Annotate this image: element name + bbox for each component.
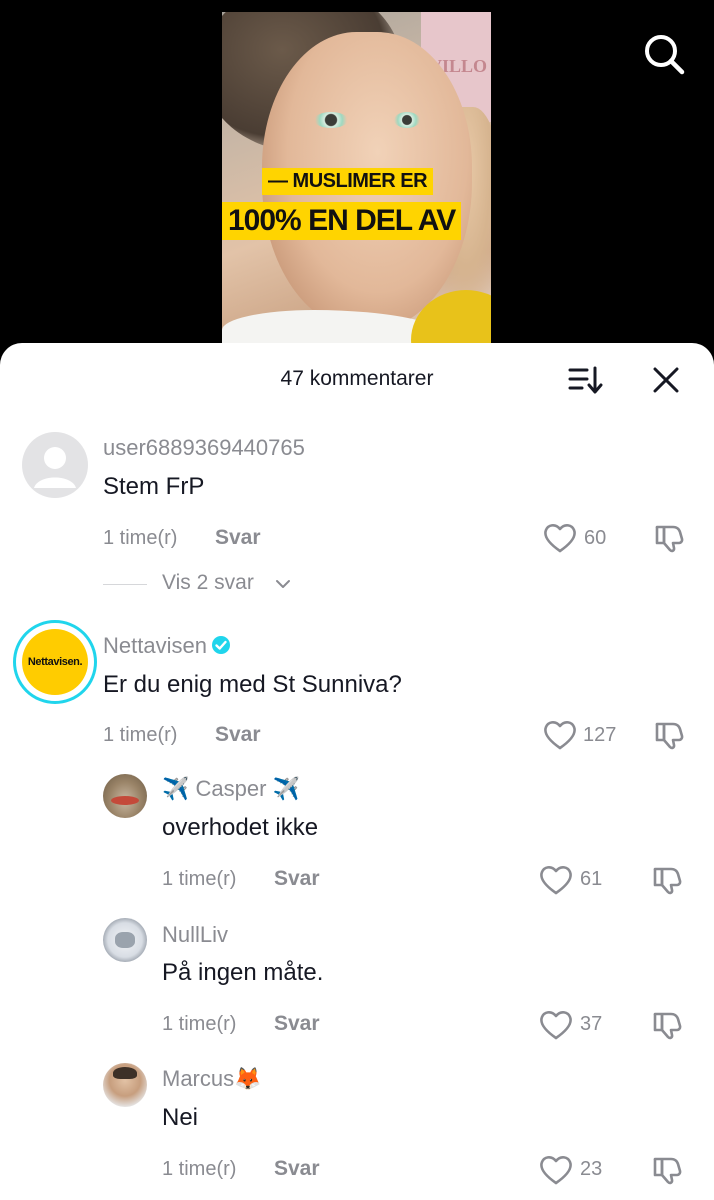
avatar[interactable]: [103, 774, 147, 818]
divider-line: [103, 584, 147, 585]
thumbs-down-icon: [653, 1012, 682, 1040]
thumbs-down-icon: [653, 1157, 682, 1185]
comment-time: 1 time(r): [162, 868, 237, 890]
comment-time: 1 time(r): [162, 1158, 237, 1180]
eye-right: [394, 112, 420, 128]
search-icon: [645, 35, 685, 75]
reply-button[interactable]: Svar: [274, 867, 320, 891]
avatar-photo-detail: [113, 1067, 137, 1079]
comment-item: Nettavisen. Nettavisen Er du enig med St…: [0, 613, 714, 763]
avatar-logo: Nettavisen.: [22, 629, 88, 695]
avatar-logo-text: Nettavisen.: [27, 656, 83, 668]
heart-icon: [544, 524, 576, 553]
dislike-button[interactable]: [651, 1154, 683, 1186]
thumbs-down-icon: [655, 525, 684, 553]
comment-text: Stem FrP: [103, 473, 205, 500]
like-button[interactable]: [543, 522, 577, 554]
reply-button[interactable]: Svar: [215, 723, 261, 747]
like-button[interactable]: [539, 1154, 573, 1186]
like-button[interactable]: [543, 719, 577, 751]
heart-icon: [540, 1011, 572, 1040]
view-replies-label: Vis 2 svar: [162, 571, 254, 594]
reply-button[interactable]: Svar: [274, 1157, 320, 1181]
avatar-photo-detail: [115, 932, 135, 948]
reply-button[interactable]: Svar: [274, 1012, 320, 1036]
thumbs-down-icon: [653, 867, 682, 895]
verified-badge-icon: [211, 636, 230, 654]
avatar[interactable]: [103, 918, 147, 962]
video-player[interactable]: VILLO — MUSLIMER ER 100% EN DEL AV: [0, 0, 714, 360]
avatar-photo-detail: [111, 796, 139, 805]
comment-username[interactable]: Nettavisen: [103, 633, 231, 659]
heart-icon: [544, 721, 576, 750]
comment-text: Nei: [162, 1104, 199, 1131]
avatar[interactable]: [103, 1063, 147, 1107]
dislike-button[interactable]: [653, 719, 685, 751]
dislike-button[interactable]: [653, 522, 685, 554]
heart-icon: [540, 866, 572, 895]
heart-icon: [540, 1156, 572, 1185]
comment-username-text: Nettavisen: [103, 633, 207, 658]
eye-left: [314, 112, 348, 128]
comment-time: 1 time(r): [103, 527, 178, 549]
dislike-button[interactable]: [651, 864, 683, 896]
comment-text: På ingen måte.: [162, 959, 324, 986]
avatar[interactable]: [22, 432, 88, 498]
comments-sheet: 47 kommentarer user6889369440765 Stem Fr…: [0, 343, 714, 1200]
like-count: 127: [583, 724, 617, 746]
like-button[interactable]: [539, 864, 573, 896]
like-count: 23: [580, 1158, 603, 1180]
video-caption-line-1: — MUSLIMER ER: [262, 168, 434, 195]
comment-item: user6889369440765 Stem FrP 1 time(r) Sva…: [0, 343, 714, 613]
avatar[interactable]: Nettavisen.: [13, 620, 97, 704]
like-count: 61: [580, 868, 603, 890]
comment-text: overhodet ikke: [162, 814, 319, 841]
dislike-button[interactable]: [651, 1009, 683, 1041]
reply-item: ✈️ Casper ✈️ overhodet ikke 1 time(r) Sv…: [0, 763, 714, 908]
thumbs-down-icon: [655, 722, 684, 750]
comment-username[interactable]: user6889369440765: [103, 435, 305, 461]
comment-time: 1 time(r): [162, 1013, 237, 1035]
comment-username[interactable]: ✈️ Casper ✈️: [162, 776, 300, 802]
reply-item: NullLiv På ingen måte. 1 time(r) Svar 37: [0, 908, 714, 1053]
comment-username[interactable]: Marcus🦊: [162, 1066, 262, 1092]
like-count: 37: [580, 1013, 603, 1035]
like-button[interactable]: [539, 1009, 573, 1041]
comment-username[interactable]: NullLiv: [162, 922, 228, 948]
reply-button[interactable]: Svar: [215, 526, 261, 550]
like-count: 60: [584, 527, 607, 549]
comment-time: 1 time(r): [103, 724, 178, 746]
default-avatar-icon: [34, 447, 76, 488]
reply-item: Marcus🦊 Nei 1 time(r) Svar 23: [0, 1053, 714, 1200]
search-button[interactable]: [640, 30, 688, 78]
comment-text: Er du enig med St Sunniva?: [103, 671, 402, 698]
video-caption-line-2: 100% EN DEL AV: [222, 202, 462, 240]
chevron-down-icon: [276, 580, 290, 588]
video-frame[interactable]: VILLO — MUSLIMER ER 100% EN DEL AV: [222, 12, 491, 360]
